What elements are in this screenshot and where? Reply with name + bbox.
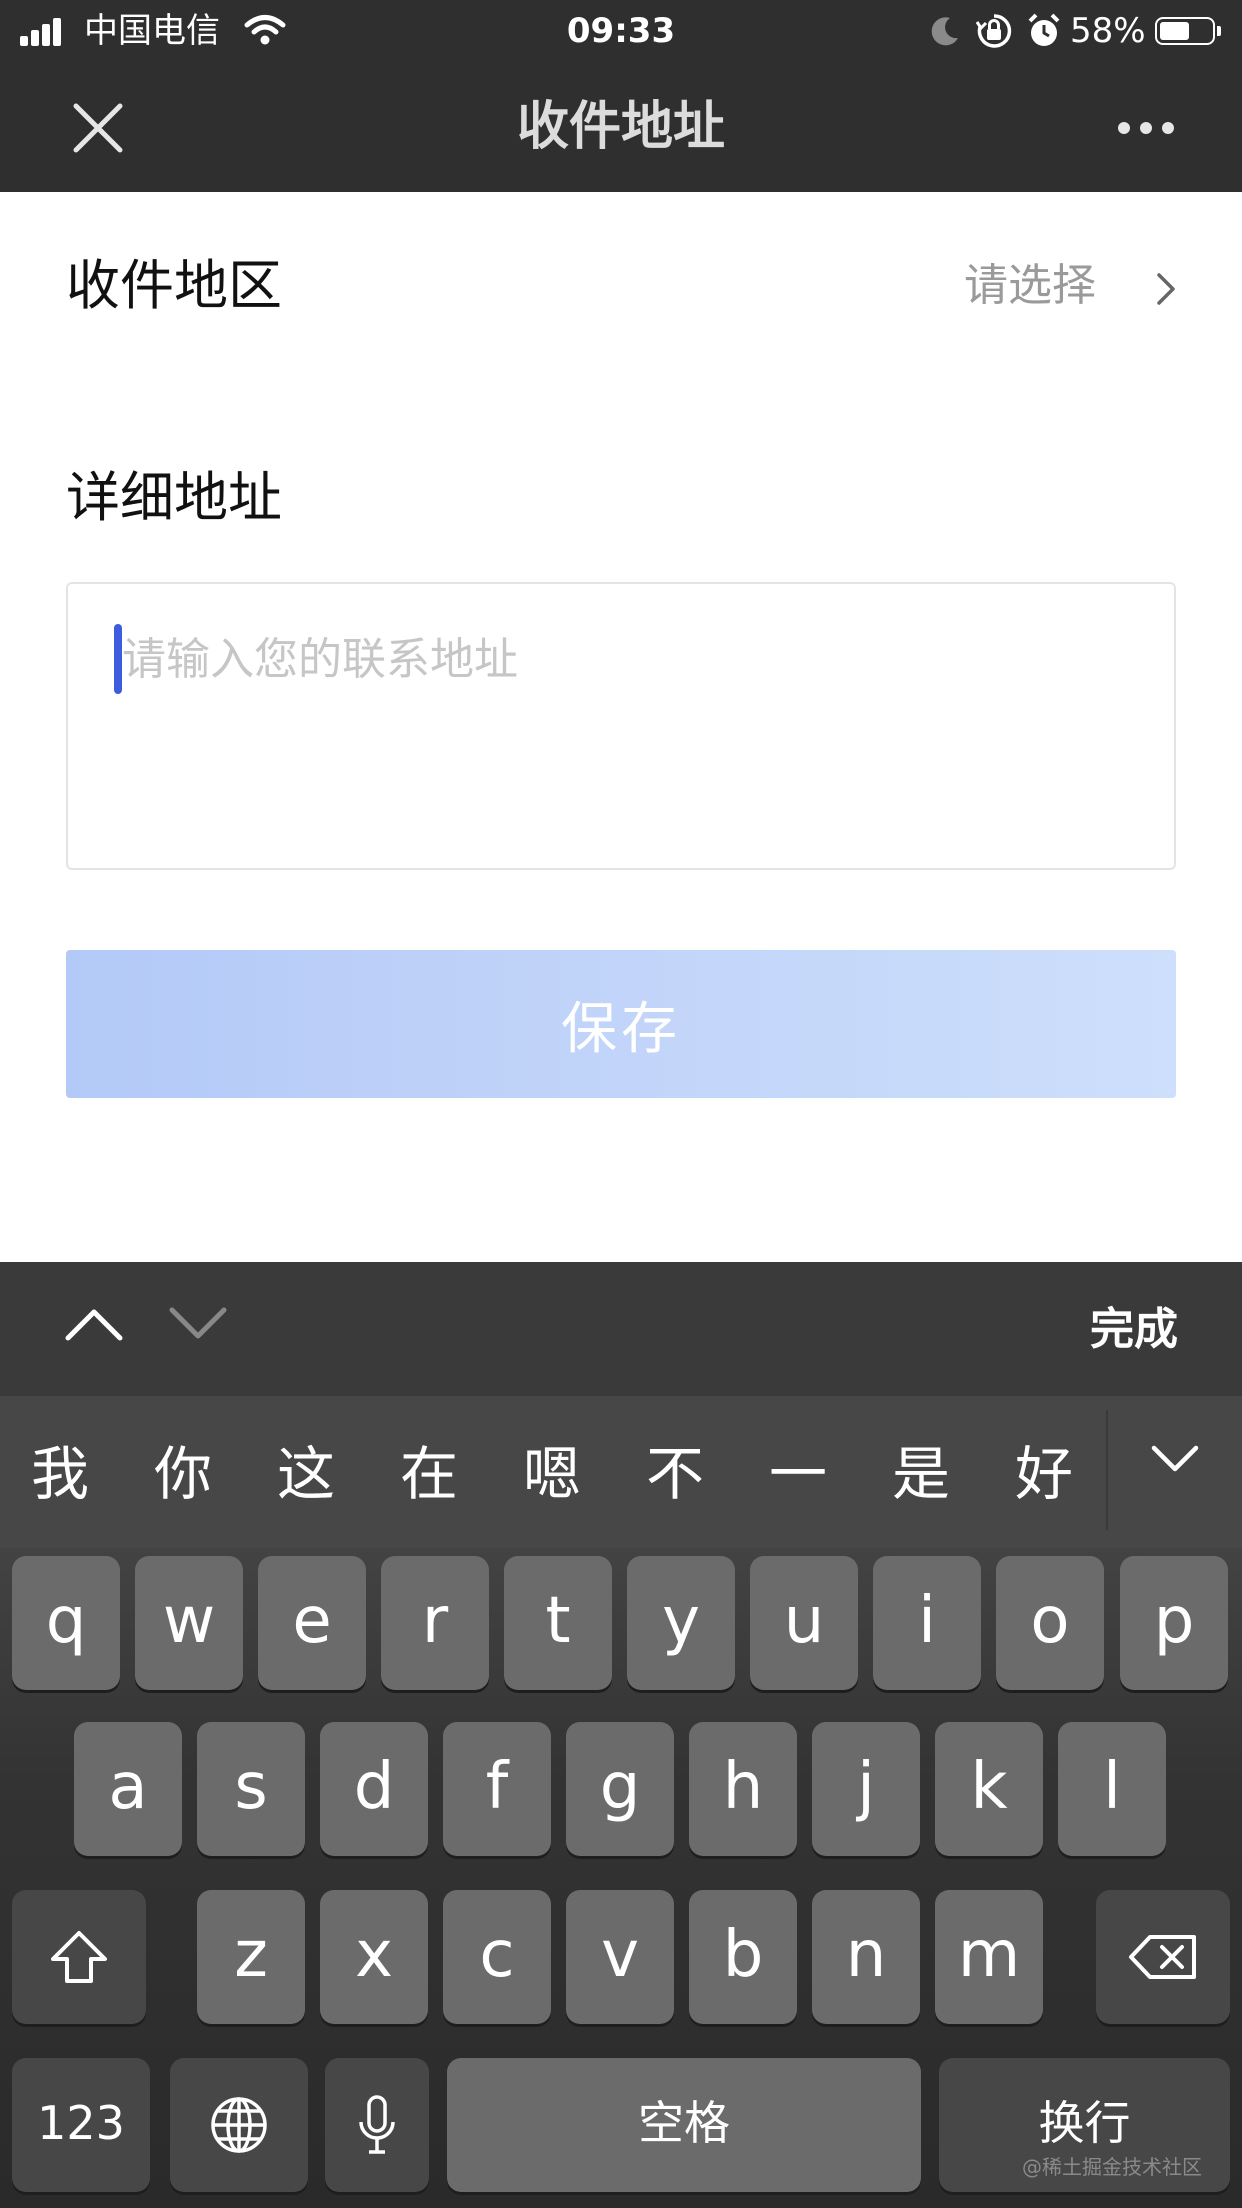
globe-icon (211, 2097, 267, 2153)
status-bar: 中国电信 09:33 58% (0, 0, 1242, 62)
watermark-text: @稀土掘金技术社区 (1022, 2155, 1202, 2179)
alarm-icon (1028, 13, 1060, 46)
delete-key[interactable] (1096, 1890, 1230, 2024)
candidate-word[interactable]: 这 (266, 1440, 346, 1508)
key-b[interactable]: b (689, 1890, 797, 2024)
key-a[interactable]: a (74, 1722, 182, 1856)
keyboard: q w e r t y u i o p a s d f g h j k l z … (0, 1548, 1242, 2208)
orientation-lock-icon (976, 14, 1012, 48)
candidate-word[interactable]: 你 (143, 1440, 223, 1508)
address-textarea[interactable]: 请输入您的联系地址 (66, 582, 1176, 870)
region-select-value[interactable]: 请选择 (964, 256, 1096, 316)
region-label: 收件地区 (66, 254, 282, 317)
key-e[interactable]: e (258, 1556, 366, 1690)
candidate-word[interactable]: 不 (635, 1440, 715, 1508)
chevron-up-icon[interactable] (64, 1306, 124, 1342)
key-p[interactable]: p (1120, 1556, 1228, 1690)
battery-level (1160, 22, 1189, 40)
key-f[interactable]: f (443, 1722, 551, 1856)
key-s[interactable]: s (197, 1722, 305, 1856)
page-title: 收件地址 (516, 97, 725, 157)
shift-icon (51, 1931, 107, 1983)
candidate-bar: 我 你 这 在 嗯 不 一 是 好 (0, 1396, 1242, 1548)
region-row[interactable]: 收件地区 请选择 (0, 192, 1242, 392)
candidate-word[interactable]: 一 (758, 1440, 838, 1508)
moon-icon (931, 17, 958, 46)
chevron-down-icon[interactable] (168, 1306, 228, 1342)
key-d[interactable]: d (320, 1722, 428, 1856)
key-y[interactable]: y (627, 1556, 735, 1690)
shift-key[interactable] (12, 1890, 146, 2024)
more-icon[interactable] (1116, 118, 1176, 138)
key-j[interactable]: j (812, 1722, 920, 1856)
key-t[interactable]: t (504, 1556, 612, 1690)
address-placeholder: 请输入您的联系地址 (122, 634, 518, 685)
key-m[interactable]: m (935, 1890, 1043, 2024)
key-x[interactable]: x (320, 1890, 428, 2024)
dictation-key[interactable] (325, 2058, 429, 2192)
key-u[interactable]: u (750, 1556, 858, 1690)
microphone-icon (359, 2095, 395, 2154)
globe-key[interactable] (170, 2058, 308, 2192)
detail-address-label: 详细地址 (66, 466, 282, 529)
battery-percent: 58% (1070, 11, 1146, 51)
text-cursor (114, 624, 122, 694)
candidate-word[interactable]: 是 (881, 1440, 961, 1508)
chevron-right-icon[interactable] (1154, 272, 1178, 306)
key-v[interactable]: v (566, 1890, 674, 2024)
keyboard-toolbar: 完成 (0, 1262, 1242, 1396)
save-button-label: 保存 (561, 996, 681, 1062)
key-h[interactable]: h (689, 1722, 797, 1856)
key-w[interactable]: w (135, 1556, 243, 1690)
key-g[interactable]: g (566, 1722, 674, 1856)
key-i[interactable]: i (873, 1556, 981, 1690)
key-o[interactable]: o (996, 1556, 1104, 1690)
candidate-word[interactable]: 嗯 (512, 1440, 592, 1508)
done-button[interactable]: 完成 (1090, 1300, 1178, 1360)
key-l[interactable]: l (1058, 1722, 1166, 1856)
battery-icon (1155, 17, 1215, 45)
candidate-word[interactable]: 在 (389, 1440, 469, 1508)
save-button[interactable]: 保存 (66, 950, 1176, 1098)
candidate-word[interactable]: 我 (20, 1440, 100, 1508)
key-n[interactable]: n (812, 1890, 920, 2024)
key-z[interactable]: z (197, 1890, 305, 2024)
candidate-word[interactable]: 好 (1004, 1440, 1084, 1508)
key-r[interactable]: r (381, 1556, 489, 1690)
key-q[interactable]: q (12, 1556, 120, 1690)
numbers-key[interactable]: 123 (12, 2058, 150, 2192)
expand-candidates-icon[interactable] (1150, 1444, 1200, 1474)
space-key[interactable]: 空格 (447, 2058, 921, 2192)
backspace-icon (1129, 1935, 1196, 1979)
nav-bar: 收件地址 (0, 62, 1242, 192)
key-c[interactable]: c (443, 1890, 551, 2024)
key-k[interactable]: k (935, 1722, 1043, 1856)
